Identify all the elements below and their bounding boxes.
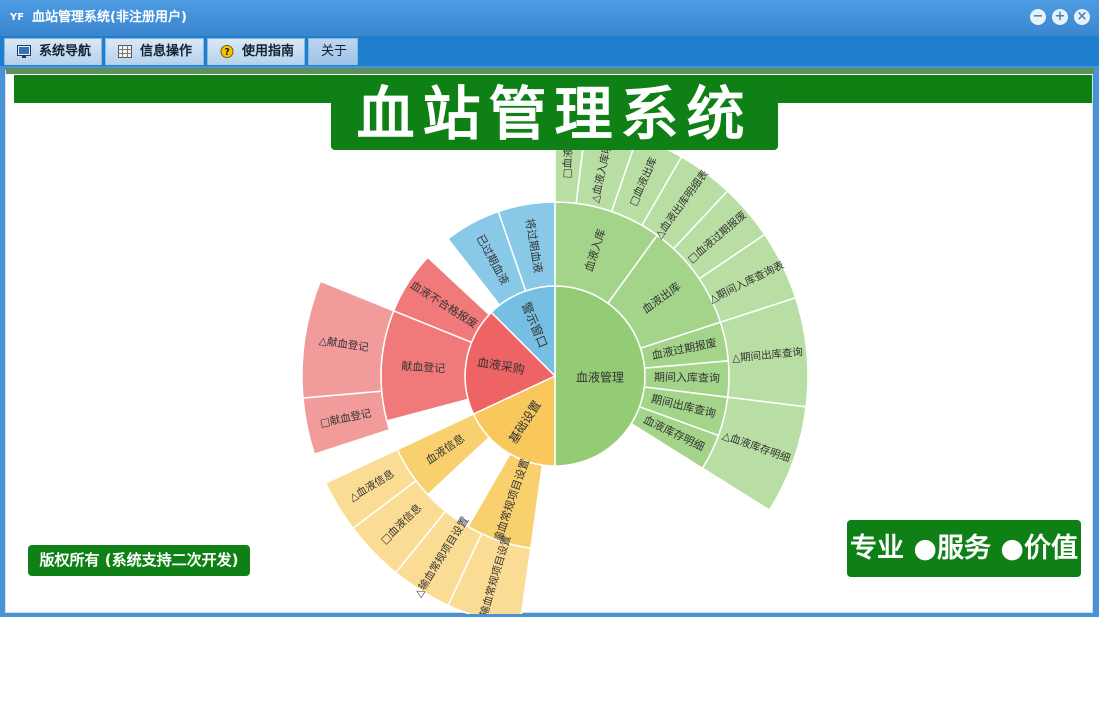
menu-bar: 系统导航 信息操作 ? 使用指南 关于 [0, 36, 1099, 66]
svg-text:?: ? [224, 47, 229, 58]
title-bar[interactable]: YF 血站管理系统(非注册用户) − + × [0, 0, 1099, 36]
help-icon: ? [220, 45, 234, 58]
close-icon[interactable]: × [1074, 9, 1090, 25]
menu-system-nav[interactable]: 系统导航 [4, 38, 102, 65]
app-logo-icon: YF [10, 12, 25, 23]
menu-user-guide[interactable]: ? 使用指南 [207, 38, 305, 65]
sunburst-label: □血液 [560, 147, 575, 179]
main-window: YF 血站管理系统(非注册用户) − + × 系统导航 信息操作 ? 使用指南 … [0, 0, 1099, 617]
monitor-icon [17, 45, 31, 58]
menu-about[interactable]: 关于 [308, 38, 358, 65]
sunburst-label: 献血登记 [401, 359, 446, 376]
sunburst-label: 期间入库查询 [654, 370, 720, 385]
menu-label: 关于 [321, 44, 348, 59]
content-panel: 血液管理 基础设置 血液采购 警示窗口 血液入库 血液出库 血液过期报废 期间入库查询 期间出库… [5, 68, 1094, 614]
menu-info-ops[interactable]: 信息操作 [105, 38, 204, 65]
window-title: 血站管理系统(非注册用户) [32, 10, 187, 25]
minimize-icon[interactable]: − [1030, 9, 1046, 25]
system-title: 血站管理系统 [331, 78, 778, 150]
copyright-label: 版权所有 (系统支持二次开发) [28, 545, 250, 576]
menu-label: 使用指南 [242, 44, 295, 59]
menu-label: 信息操作 [140, 44, 193, 59]
menu-label: 系统导航 [39, 44, 92, 59]
grid-icon [118, 45, 132, 58]
sunburst-label: 血液管理 [576, 370, 624, 385]
restore-icon[interactable]: + [1052, 9, 1068, 25]
slogan-label: 专业 ●服务 ●价值 [847, 520, 1081, 577]
